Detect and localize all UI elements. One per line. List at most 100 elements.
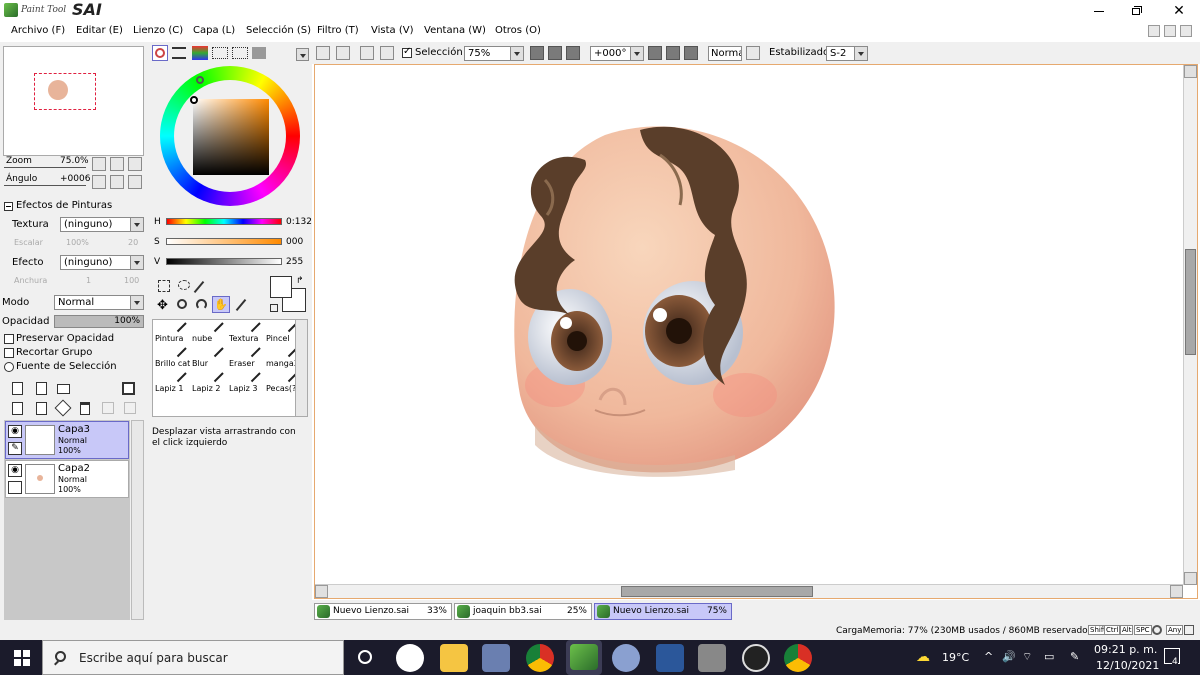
scratchpad-tab-icon[interactable] [232, 47, 248, 59]
mdi-restore-button[interactable] [1164, 25, 1176, 37]
menu-vista[interactable]: Vista (V) [371, 25, 413, 36]
layer-row[interactable]: ◉ Capa2 Normal 100% [5, 460, 129, 498]
navigator-preview[interactable] [3, 46, 144, 156]
canvas-vscrollbar[interactable] [1183, 65, 1197, 585]
canvas-vscroll-thumb[interactable] [1185, 249, 1196, 355]
app-wps-icon[interactable] [396, 644, 424, 672]
lasso-icon[interactable] [178, 280, 190, 290]
zoom-in-toolbar-button[interactable] [548, 46, 562, 60]
layer-lock-checkbox[interactable] [8, 481, 22, 494]
taskbar-search[interactable]: Escribe aquí para buscar [42, 640, 344, 675]
move-icon[interactable]: ✥ [157, 299, 168, 312]
network-icon[interactable]: ⌔ [1022, 650, 1032, 664]
merge-down-icon[interactable] [36, 402, 47, 415]
layer-row[interactable]: ◉ ✎ Capa3 Normal 100% [5, 421, 129, 459]
swatch-tab-icon[interactable] [212, 47, 228, 59]
camera-icon[interactable]: ▭ [1044, 650, 1054, 663]
s-slider[interactable] [166, 238, 282, 245]
app-chrome-icon[interactable] [526, 644, 554, 672]
new-linework-layer-icon[interactable] [36, 382, 47, 395]
mdi-minimize-button[interactable] [1148, 25, 1160, 37]
layer-mask-icon[interactable] [122, 382, 135, 395]
clear-layer-icon[interactable] [54, 399, 72, 417]
app-paint-tool-sai-icon[interactable] [566, 640, 602, 675]
texture-select[interactable]: (ninguno) [60, 217, 144, 232]
zoom-tool-icon[interactable] [177, 299, 187, 309]
invert-select-button[interactable] [380, 46, 394, 60]
layer-list-scrollbar[interactable] [131, 420, 144, 620]
app-file-explorer-icon[interactable] [440, 644, 468, 672]
color-sv-square[interactable] [193, 99, 269, 175]
restore-button[interactable] [1130, 4, 1144, 18]
redo-button[interactable] [336, 46, 350, 60]
new-layer-icon[interactable] [12, 382, 23, 395]
brush-slot[interactable]: Eraser [227, 345, 264, 370]
app-paint-icon[interactable] [482, 644, 510, 672]
brush-slot[interactable]: Textura [227, 320, 264, 345]
volume-icon[interactable]: 🔊 [1002, 650, 1016, 663]
zoom-in-button[interactable] [110, 157, 124, 171]
app-word-icon[interactable] [656, 644, 684, 672]
zoom-reset-button[interactable] [128, 157, 142, 171]
rotate-reset-toolbar-button[interactable] [684, 46, 698, 60]
brush-slot[interactable]: Pintura [153, 320, 190, 345]
clock-date[interactable]: 12/10/2021 [1096, 659, 1159, 672]
rotate-left-button[interactable] [92, 175, 106, 189]
rgb-slider-tab-icon[interactable] [172, 47, 186, 59]
eyedropper-icon[interactable] [235, 298, 247, 312]
effects-collapse-icon[interactable] [4, 202, 13, 211]
h-slider[interactable] [166, 218, 282, 225]
preserve-opacity-checkbox[interactable] [4, 334, 14, 344]
app-obs-icon[interactable] [742, 644, 770, 672]
menu-ventana[interactable]: Ventana (W) [424, 25, 486, 36]
angle-slider[interactable] [4, 185, 86, 186]
zoom-slider[interactable] [4, 167, 86, 168]
sv-marker[interactable] [190, 96, 198, 104]
swap-colors-icon[interactable]: ↱ [296, 276, 304, 286]
layer-visibility-eye-icon[interactable]: ◉ [8, 425, 22, 438]
layer-visibility-eye-icon[interactable]: ◉ [8, 464, 22, 477]
effect-select[interactable]: (ninguno) [60, 255, 144, 270]
brush-slot[interactable]: Lapiz 1 [153, 370, 190, 395]
zoom-select[interactable]: 75% [464, 46, 524, 61]
opacity-slider[interactable]: 100% [54, 315, 144, 328]
clock-time[interactable]: 09:21 p. m. [1094, 643, 1157, 656]
deselect-button[interactable] [360, 46, 374, 60]
brush-slot[interactable]: nube [190, 320, 227, 345]
flip-toolbar-button[interactable] [746, 46, 760, 60]
transfer-down-icon[interactable] [12, 402, 23, 415]
brush-slot[interactable]: Blur [190, 345, 227, 370]
menu-otros[interactable]: Otros (O) [495, 25, 541, 36]
doc-tab[interactable]: Nuevo Lienzo.sai 33% [314, 603, 452, 620]
layer-action2-icon[interactable] [124, 402, 136, 414]
menu-seleccion[interactable]: Selección (S) [246, 25, 311, 36]
new-folder-icon[interactable] [57, 384, 70, 394]
menu-archivo[interactable]: Archivo (F) [11, 25, 65, 36]
stabilizer-select[interactable]: S-2 [826, 46, 868, 61]
app-palette-icon[interactable] [612, 644, 640, 672]
selection-source-radio[interactable] [4, 362, 14, 372]
panel-menu-button[interactable] [296, 48, 309, 61]
blend-mode-select[interactable]: Normal [708, 46, 742, 61]
zoom-out-button[interactable] [92, 157, 106, 171]
angle-select[interactable]: +000° [590, 46, 644, 61]
app-usb-icon[interactable] [698, 644, 726, 672]
menu-lienzo[interactable]: Lienzo (C) [133, 25, 183, 36]
zoom-fit-toolbar-button[interactable] [566, 46, 580, 60]
rotate-reset-button[interactable] [128, 175, 142, 189]
pen-icon[interactable]: ✎ [1070, 650, 1079, 663]
doc-tab[interactable]: joaquin bb3.sai 25% [454, 603, 592, 620]
tray-chevron-icon[interactable]: ^ [984, 650, 993, 663]
undo-button[interactable] [316, 46, 330, 60]
clip-group-checkbox[interactable] [4, 348, 14, 358]
doc-tab-active[interactable]: Nuevo Lienzo.sai 75% [594, 603, 732, 620]
app-chrome-profile-icon[interactable] [784, 644, 812, 672]
primary-color-swatch[interactable] [270, 276, 292, 298]
hand-tool-icon[interactable]: ✋ [212, 296, 230, 313]
layer-pen-icon[interactable]: ✎ [8, 442, 22, 455]
menu-capa[interactable]: Capa (L) [193, 25, 235, 36]
minimize-button[interactable] [1092, 4, 1106, 18]
transparent-color-icon[interactable] [270, 304, 278, 312]
color-wheel-tab-icon[interactable] [152, 45, 168, 61]
selection-checkbox[interactable]: ✓ [402, 46, 412, 58]
